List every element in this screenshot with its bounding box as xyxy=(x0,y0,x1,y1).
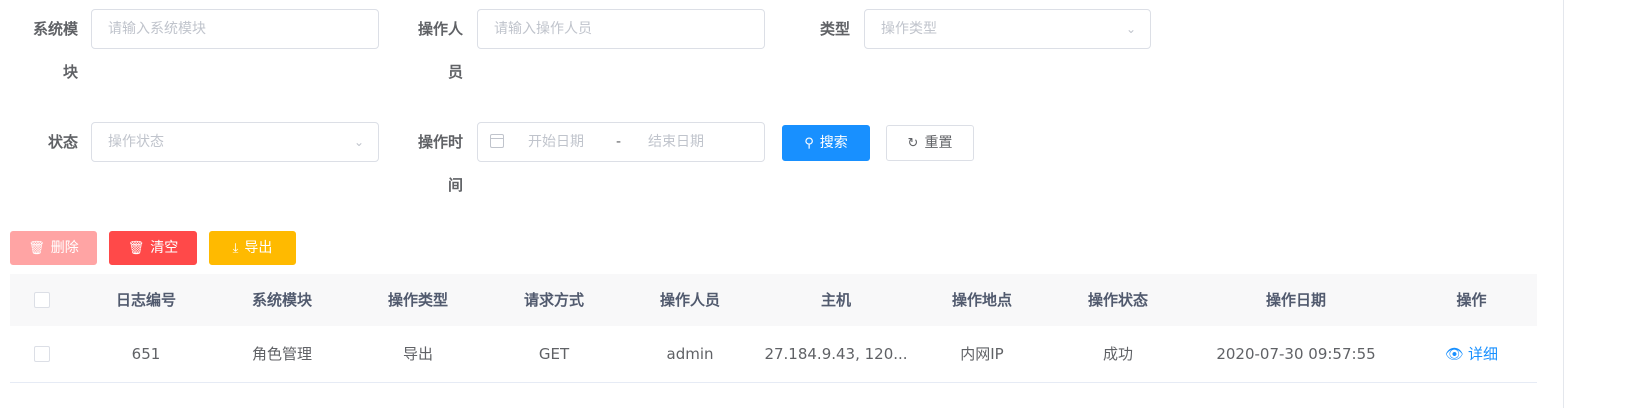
module-label-wrap: 块 xyxy=(62,63,78,81)
operator-label-wrap: 员 xyxy=(447,63,463,81)
col-header-action: 操作 xyxy=(1456,291,1487,309)
cell-module: 角色管理 xyxy=(251,345,312,363)
col-header-location: 操作地点 xyxy=(951,291,1012,309)
module-label: 系统模 xyxy=(32,20,78,38)
status-select[interactable]: 操作状态 ⌄ xyxy=(91,122,379,162)
trash-icon: 🗑 xyxy=(127,241,145,256)
time-label: 操作时 xyxy=(417,133,463,151)
cell-status: 成功 xyxy=(1102,345,1133,363)
calendar-icon xyxy=(490,134,504,148)
search-icon: ⚲ xyxy=(804,136,814,151)
type-label: 类型 xyxy=(819,20,850,38)
col-header-date: 操作日期 xyxy=(1265,291,1326,309)
cell-host: 27.184.9.43, 120... xyxy=(764,345,908,363)
col-header-method: 请求方式 xyxy=(523,291,584,309)
date-range-picker[interactable]: 开始日期 - 结束日期 xyxy=(477,122,765,162)
operator-input[interactable]: 请输入操作人员 xyxy=(477,9,765,49)
status-label: 状态 xyxy=(47,133,78,151)
scrollbar-track[interactable] xyxy=(1563,0,1564,408)
export-button[interactable]: ⤓ 导出 xyxy=(209,231,296,265)
col-header-type: 操作类型 xyxy=(387,291,448,309)
log-table: 日志编号 系统模块 操作类型 请求方式 操作人员 主机 操作地点 操作状态 操作… xyxy=(10,274,1537,383)
type-select[interactable]: 操作类型 ⌄ xyxy=(864,9,1151,49)
download-icon: ⤓ xyxy=(232,241,239,256)
eye-icon: 👁 xyxy=(1444,345,1465,363)
select-all-checkbox[interactable] xyxy=(34,292,50,308)
table-row: 651 角色管理 导出 GET admin 27.184.9.43, 120..… xyxy=(10,326,1537,383)
cell-id: 651 xyxy=(131,345,161,363)
cell-operator: admin xyxy=(666,345,714,363)
col-header-module: 系统模块 xyxy=(251,291,312,309)
module-input[interactable]: 请输入系统模块 xyxy=(91,9,379,49)
col-header-id: 日志编号 xyxy=(115,291,176,309)
delete-button[interactable]: 🗑 删除 xyxy=(10,231,97,265)
refresh-icon: ↻ xyxy=(907,136,919,151)
table-header: 日志编号 系统模块 操作类型 请求方式 操作人员 主机 操作地点 操作状态 操作… xyxy=(10,274,1537,327)
cell-type: 导出 xyxy=(402,345,433,363)
cell-method: GET xyxy=(538,345,570,363)
end-date-input[interactable]: 结束日期 xyxy=(648,123,704,161)
start-date-input[interactable]: 开始日期 xyxy=(528,123,584,161)
cell-date: 2020-07-30 09:57:55 xyxy=(1216,345,1376,363)
chevron-down-icon: ⌄ xyxy=(1125,22,1136,36)
col-header-operator: 操作人员 xyxy=(659,291,720,309)
chevron-down-icon: ⌄ xyxy=(353,135,364,149)
trash-icon: 🗑 xyxy=(28,241,45,256)
reset-button[interactable]: ↻ 重置 xyxy=(886,125,974,161)
range-separator: - xyxy=(616,134,622,150)
col-header-host: 主机 xyxy=(820,291,851,309)
clear-button[interactable]: 🗑 清空 xyxy=(109,231,197,265)
cell-location: 内网IP xyxy=(960,345,1004,363)
operator-label: 操作人 xyxy=(417,20,463,38)
search-button[interactable]: ⚲ 搜索 xyxy=(782,125,870,161)
detail-link[interactable]: 👁 详细 xyxy=(1406,326,1537,382)
time-label-wrap: 间 xyxy=(447,176,463,194)
row-checkbox[interactable] xyxy=(34,346,50,362)
col-header-status: 操作状态 xyxy=(1087,291,1148,309)
